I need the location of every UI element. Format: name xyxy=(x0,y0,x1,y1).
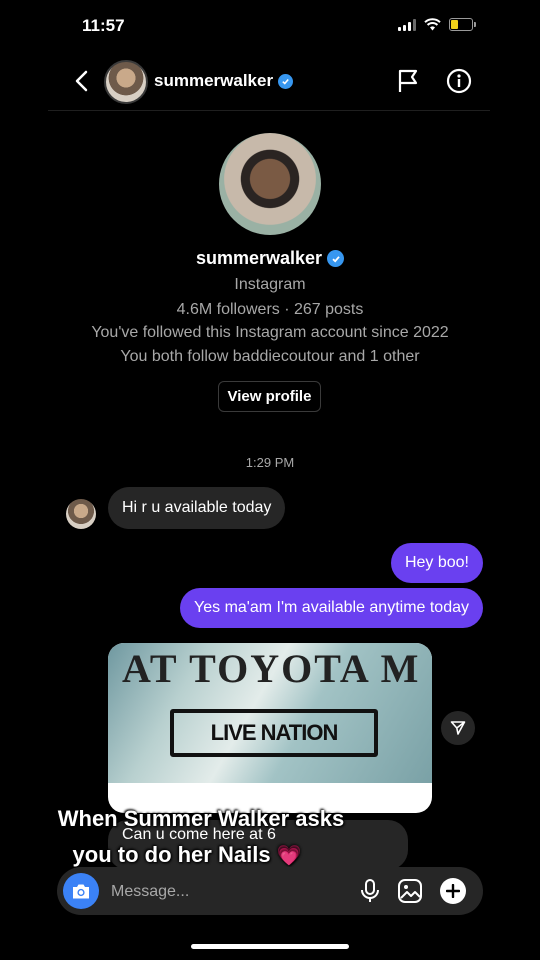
battery-icon xyxy=(449,18,476,31)
header-username-text: summerwalker xyxy=(154,71,274,90)
media-image: AT TOYOTA M LIVE NATION xyxy=(108,643,432,783)
profile-username-text: summerwalker xyxy=(195,248,323,268)
overlay-caption-line1: When Summer Walker asks xyxy=(57,806,345,831)
plus-button[interactable] xyxy=(440,878,466,904)
verified-icon xyxy=(327,250,345,267)
outgoing-message[interactable]: Yes ma'am I'm available anytime today xyxy=(180,588,483,628)
profile-subtitle: Instagram xyxy=(234,276,306,293)
outgoing-message[interactable]: Hey boo! xyxy=(390,543,483,583)
header-avatar[interactable] xyxy=(104,60,148,104)
media-text-line1: AT TOYOTA M xyxy=(122,646,421,691)
camera-icon xyxy=(73,884,89,898)
home-indicator[interactable] xyxy=(191,944,349,949)
status-time: 11:57 xyxy=(82,16,125,35)
signal-icon xyxy=(398,18,416,31)
view-profile-button[interactable]: View profile xyxy=(218,381,321,412)
camera-button[interactable] xyxy=(63,873,99,909)
plus-icon xyxy=(446,884,460,898)
message-input[interactable] xyxy=(109,878,343,906)
share-button[interactable] xyxy=(441,711,475,745)
verified-icon xyxy=(278,73,294,89)
profile-username: summerwalker xyxy=(0,248,540,269)
header-divider xyxy=(48,110,490,111)
profile-avatar[interactable] xyxy=(219,133,321,235)
gallery-icon[interactable] xyxy=(397,878,423,904)
microphone-icon[interactable] xyxy=(358,878,382,904)
wifi-icon xyxy=(424,18,441,31)
status-icons xyxy=(398,18,476,31)
media-text-line2: LIVE NATION xyxy=(170,709,378,757)
message-timestamp: 1:29 PM xyxy=(245,455,295,470)
heart-emoji: 💗 xyxy=(276,845,302,867)
profile-mutuals: You both follow baddiecoutour and 1 othe… xyxy=(120,348,420,365)
header-username[interactable]: summerwalker xyxy=(154,71,294,91)
incoming-message[interactable]: Hi r u available today xyxy=(108,487,286,529)
overlay-caption-text: you to do her Nails xyxy=(72,842,271,867)
send-icon xyxy=(450,721,466,735)
sender-avatar[interactable] xyxy=(66,499,96,529)
info-icon[interactable] xyxy=(446,68,472,94)
flag-icon[interactable] xyxy=(395,68,421,94)
profile-stats: 4.6M followers · 267 posts xyxy=(176,301,364,318)
profile-followed-since: You've followed this Instagram account s… xyxy=(91,324,449,341)
chevron-left-icon[interactable] xyxy=(68,66,98,96)
overlay-caption-line2: you to do her Nails 💗 xyxy=(0,842,392,868)
shared-media[interactable]: AT TOYOTA M LIVE NATION xyxy=(108,643,432,813)
